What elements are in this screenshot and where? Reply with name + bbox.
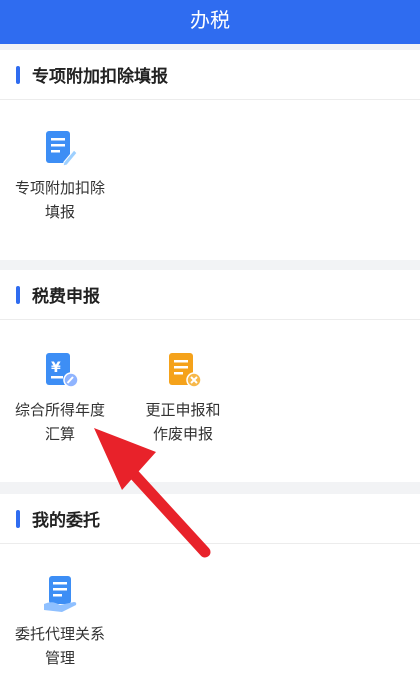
section-header: 我的委托 xyxy=(0,494,420,544)
section-tax-declaration: 税费申报 ¥ 综合所得年度 汇算 更正申报和 作废申报 xyxy=(0,270,420,482)
page-header: 办税 xyxy=(0,0,420,44)
section-title: 税费申报 xyxy=(32,287,100,307)
section-accent-bar xyxy=(16,509,20,528)
section-accent-bar xyxy=(16,65,20,84)
annual-comprehensive-settlement-button[interactable]: ¥ 综合所得年度 汇算 xyxy=(5,350,115,446)
yuan-document-icon: ¥ xyxy=(46,353,79,388)
edit-document-icon xyxy=(46,131,78,167)
item-label: 委托代理关系 管理 xyxy=(14,625,105,667)
item-label: 专项附加扣除 填报 xyxy=(14,179,105,221)
section-special-deduction: 专项附加扣除填报 专项附加扣除 填报 xyxy=(0,50,420,260)
section-accent-bar xyxy=(16,285,20,304)
item-label: 更正申报和 作废申报 xyxy=(145,401,221,443)
cancel-document-icon xyxy=(169,353,202,388)
special-deduction-fill-button[interactable]: 专项附加扣除 填报 xyxy=(5,128,115,224)
section-title: 专项附加扣除填报 xyxy=(32,67,168,87)
delegation-relationship-management-button[interactable]: 委托代理关系 管理 xyxy=(5,574,115,670)
item-label: 综合所得年度 汇算 xyxy=(14,401,105,443)
section-my-delegation: 我的委托 委托代理关系 管理 xyxy=(0,494,420,684)
correct-void-declaration-button[interactable]: 更正申报和 作废申报 xyxy=(128,350,238,446)
hand-document-icon xyxy=(44,576,77,612)
svg-text:¥: ¥ xyxy=(51,360,61,376)
section-title: 我的委托 xyxy=(32,511,100,531)
section-header: 税费申报 xyxy=(0,270,420,320)
page-title: 办税 xyxy=(190,8,230,32)
section-header: 专项附加扣除填报 xyxy=(0,50,420,100)
